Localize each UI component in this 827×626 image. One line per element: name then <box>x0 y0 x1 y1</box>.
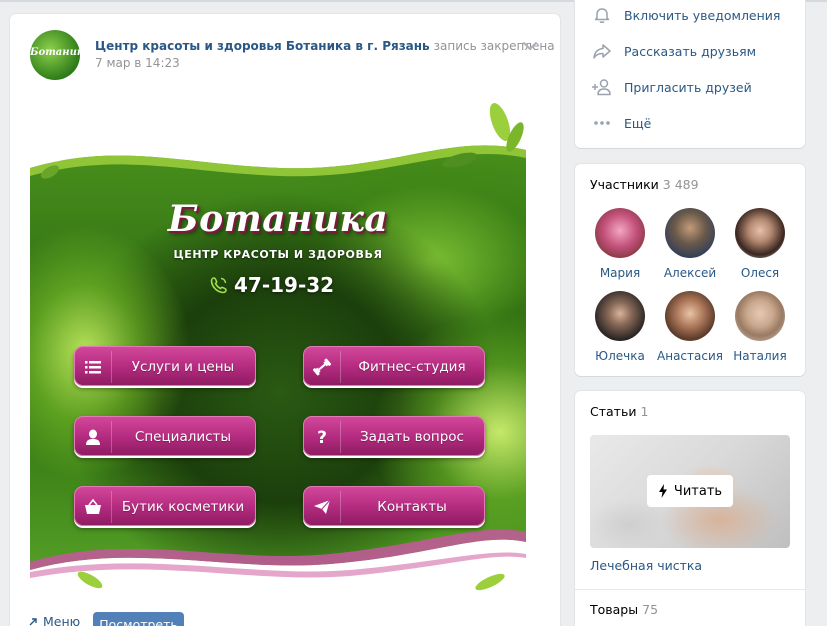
members-title: Участники <box>590 177 659 192</box>
menu-button-cosmetics[interactable]: Бутик косметики <box>74 486 256 526</box>
action-share[interactable]: Рассказать друзьям <box>591 41 756 61</box>
menu-button-specialists[interactable]: Специалисты <box>74 416 256 456</box>
member-name: Анастасия <box>657 349 723 363</box>
avatar <box>665 291 715 341</box>
articles-title: Статьи <box>590 404 637 419</box>
phone-icon <box>210 277 227 294</box>
lightning-icon <box>658 484 667 498</box>
read-button[interactable]: Читать <box>647 475 733 507</box>
action-label: Включить уведомления <box>624 7 781 23</box>
articles-count: 1 <box>640 404 649 419</box>
brand-subtitle: ЦЕНТР КРАСОТЫ И ЗДОРОВЬЯ <box>173 248 383 261</box>
menu-link-label: Меню <box>43 614 81 626</box>
pinned-post: Ботаника Центр красоты и здоровья Ботани… <box>10 14 560 626</box>
basket-icon <box>85 498 101 514</box>
avatar <box>595 208 645 258</box>
member-name: Наталия <box>733 349 787 363</box>
more-icon <box>594 121 610 125</box>
menu-button-label: Бутик косметики <box>121 499 245 515</box>
action-label: Рассказать друзьям <box>624 43 757 59</box>
action-invite-friends[interactable]: Пригласить друзей <box>591 77 752 97</box>
post-date[interactable]: 7 мар в 14:23 <box>95 56 180 70</box>
goods-count: 75 <box>642 602 659 617</box>
question-icon: ? <box>317 428 327 446</box>
menu-button-contacts[interactable]: Контакты <box>303 486 485 526</box>
list-icon <box>85 361 101 374</box>
action-label: Пригласить друзей <box>624 79 752 95</box>
goods-header[interactable]: Товары 75 <box>590 602 658 617</box>
action-enable-notifications[interactable]: Включить уведомления <box>591 5 780 25</box>
invite-user-icon <box>592 79 611 96</box>
avatar-logo-text: Ботаника <box>30 47 80 58</box>
article-cover-image[interactable]: Читать <box>590 435 790 548</box>
member-name: Олеся <box>740 266 780 280</box>
svg-text:?: ? <box>317 428 327 446</box>
action-label: Ещё <box>624 115 652 131</box>
article-title-link[interactable]: Лечебная чистка <box>590 558 702 573</box>
avatar <box>735 208 785 258</box>
goods-title: Товары <box>590 602 639 617</box>
read-button-label: Читать <box>673 483 723 499</box>
menu-button-label: Специалисты <box>134 429 232 445</box>
menu-button-label: Услуги и цены <box>131 359 235 375</box>
action-more[interactable]: Ещё <box>591 113 651 133</box>
menu-link[interactable]: Меню <box>28 614 80 626</box>
avatar <box>665 208 715 258</box>
avatar <box>735 291 785 341</box>
member-item[interactable]: Олеся <box>725 208 795 280</box>
phone-number: 47-19-32 <box>234 273 335 297</box>
dumbbell-icon <box>312 358 332 376</box>
member-item[interactable]: Анастасия <box>655 291 725 363</box>
view-button[interactable]: Посмотреть <box>93 612 184 626</box>
member-name: Алексей <box>663 266 717 280</box>
send-icon <box>314 499 331 514</box>
menu-banner-image: Ботаника ЦЕНТР КРАСОТЫ И ЗДОРОВЬЯ 47-19-… <box>30 102 526 598</box>
community-actions: Включить уведомления Рассказать друзьям … <box>575 0 805 148</box>
member-item[interactable]: Юлечка <box>585 291 655 363</box>
person-icon <box>86 429 100 445</box>
members-count: 3 489 <box>662 177 699 192</box>
menu-button-label: Контакты <box>377 499 447 515</box>
menu-button-services[interactable]: Услуги и цены <box>74 346 256 386</box>
bell-icon <box>594 8 610 23</box>
member-item[interactable]: Алексей <box>655 208 725 280</box>
articles-header[interactable]: Статьи 1 <box>590 404 648 419</box>
members-block: Участники 3 489 Мария Алексей Олеся Юлечк… <box>575 164 805 376</box>
menu-button-label: Фитнес-студия <box>358 359 466 375</box>
avatar <box>595 291 645 341</box>
community-name-link[interactable]: Центр красоты и здоровья Ботаника в г. Р… <box>95 39 430 53</box>
arrow-up-right-icon <box>29 617 37 625</box>
member-item[interactable]: Мария <box>585 208 655 280</box>
post-header: Центр красоты и здоровья Ботаника в г. Р… <box>95 38 555 53</box>
chevron-down-icon[interactable] <box>522 40 538 52</box>
member-item[interactable]: Наталия <box>725 291 795 363</box>
members-header[interactable]: Участники 3 489 <box>590 177 699 192</box>
community-avatar[interactable]: Ботаника <box>30 30 80 80</box>
divider <box>575 589 805 590</box>
articles-block: Статьи 1 Читать Лечебная чистка Товары 75 <box>575 391 805 626</box>
member-name: Мария <box>599 266 641 280</box>
brand-logo: Ботаника <box>167 198 389 240</box>
member-name: Юлечка <box>595 349 645 363</box>
menu-button-ask-question[interactable]: ? Задать вопрос <box>303 416 485 456</box>
share-icon <box>593 44 611 59</box>
menu-button-label: Задать вопрос <box>360 429 464 445</box>
menu-button-fitness[interactable]: Фитнес-студия <box>303 346 485 386</box>
brand-phone: 47-19-32 <box>210 272 350 298</box>
